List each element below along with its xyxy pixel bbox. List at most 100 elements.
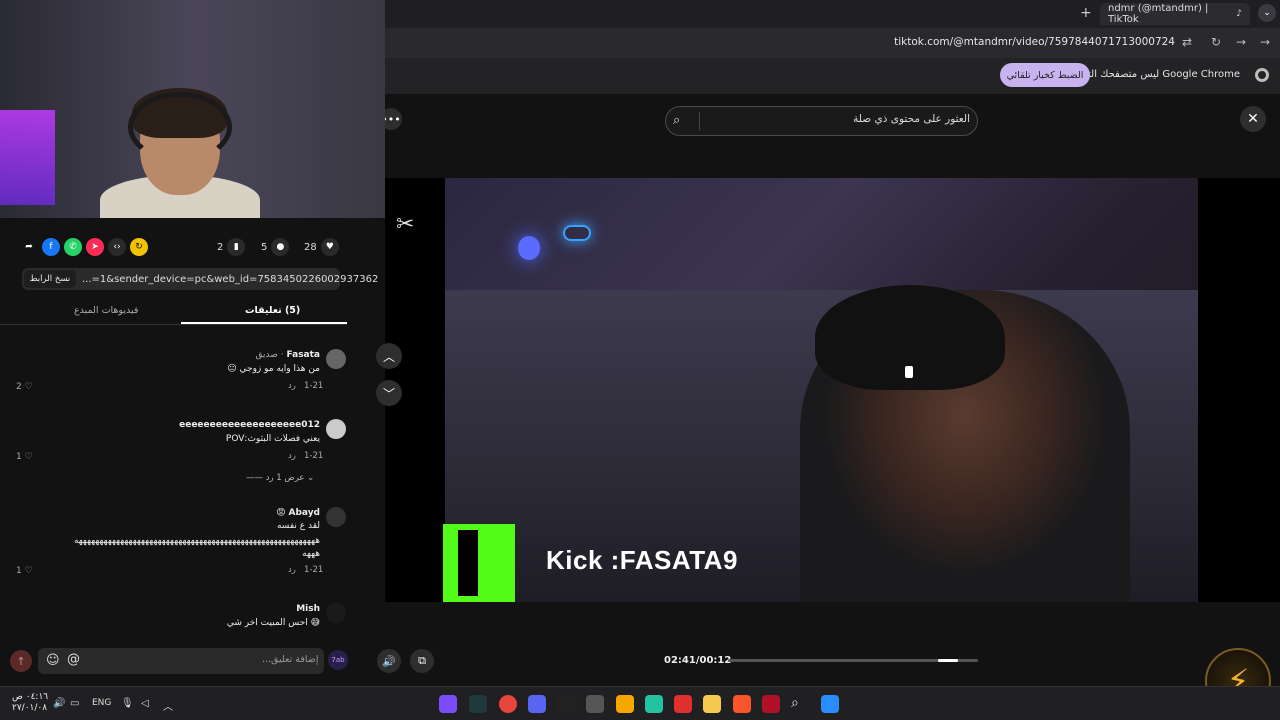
video-progress-fill xyxy=(938,659,958,662)
tab-creator-videos[interactable]: فيديوهات المبدع xyxy=(74,305,138,316)
tab-tiktok[interactable]: ndmr (@mtandmr) | TikTok ♪ xyxy=(1100,3,1250,25)
next-video-button[interactable]: ﹀ xyxy=(376,380,402,406)
user-avatar[interactable]: 7ab xyxy=(328,650,348,670)
comment-like[interactable]: 1 ♡ xyxy=(16,452,33,462)
close-video-button[interactable]: ✕ xyxy=(1240,106,1266,132)
avatar[interactable] xyxy=(326,349,346,369)
webcam-pc-lights xyxy=(0,110,55,205)
app-icon-dark[interactable] xyxy=(557,695,575,713)
folder-icon[interactable] xyxy=(703,695,721,713)
forward-icon[interactable]: → xyxy=(1236,35,1246,49)
search-taskbar-icon[interactable]: ⌕ xyxy=(791,695,809,713)
comment-text: من هذا وايه مو زوجي 😐 xyxy=(227,364,320,374)
tiktok-icon: ♪ xyxy=(1236,9,1242,19)
kick-logo-icon xyxy=(443,524,515,602)
avatar[interactable] xyxy=(326,507,346,527)
app-icon-purple[interactable] xyxy=(439,695,457,713)
tray-overflow-icon[interactable]: ︿ xyxy=(163,698,173,713)
angry-badge: 😡 xyxy=(276,508,286,518)
comment-author[interactable]: Abayd xyxy=(288,508,320,518)
comment-like-count: 1 xyxy=(16,452,22,462)
share-arrow-icon[interactable]: ➦ xyxy=(20,238,38,256)
copy-link-button[interactable]: نسخ الرابط xyxy=(24,270,76,288)
speaker-icon[interactable]: 🔊 xyxy=(53,698,65,709)
comment-reply[interactable]: رد xyxy=(288,565,296,575)
save-action[interactable]: 2 ▮ xyxy=(217,238,246,256)
comment-author[interactable]: eeeeeeeeeeeeeeeeeeee012 xyxy=(120,420,320,430)
comment-date: 1-21 xyxy=(304,565,324,575)
bookmark-icon: ▮ xyxy=(227,238,246,256)
view-replies-label: عرض 1 رد xyxy=(265,473,305,483)
facebook-icon[interactable]: f xyxy=(42,238,60,256)
repost-icon[interactable]: ↻ xyxy=(130,238,148,256)
taskbar-clock[interactable]: ٠٤:١٦ ص ٢٧/٠١/٠٨ xyxy=(12,692,48,714)
previous-video-button[interactable]: ︿ xyxy=(376,343,402,369)
emoji-icon[interactable]: ☺ xyxy=(46,653,60,668)
network-icon[interactable]: ▭ xyxy=(70,698,79,709)
windows-start-icon[interactable] xyxy=(821,695,839,713)
neon-cloud-light xyxy=(563,225,591,241)
tab-active-indicator xyxy=(181,322,347,324)
reload-icon[interactable]: ↻ xyxy=(1211,35,1221,49)
tune-icon[interactable]: ⇄ xyxy=(1182,35,1192,49)
send-to-friend-icon[interactable]: ➤ xyxy=(86,238,104,256)
embed-icon[interactable]: ‹› xyxy=(108,238,126,256)
avatar[interactable] xyxy=(326,419,346,439)
app-icon-a[interactable] xyxy=(762,695,780,713)
comment-date: 1-21 xyxy=(304,451,324,461)
url-text[interactable]: tiktok.com/@mtandmr/video/75978440717130… xyxy=(894,36,1175,48)
send-comment-button[interactable]: ↑ xyxy=(10,650,32,672)
comment-reply[interactable]: رد xyxy=(288,451,296,461)
comment-like[interactable]: 2 ♡ xyxy=(16,382,33,392)
comment-icon: ● xyxy=(271,238,290,256)
tab-title: ndmr (@mtandmr) | TikTok xyxy=(1108,3,1209,25)
app-icon-teal[interactable] xyxy=(645,695,663,713)
comment-text-line2: هههههههههههههههههههههههههههههههههههههههه… xyxy=(73,536,320,546)
app-icon-terminal[interactable] xyxy=(469,695,487,713)
language-indicator[interactable]: ENG xyxy=(92,698,111,708)
back-icon[interactable]: → xyxy=(1260,35,1270,49)
comment-like-count: 1 xyxy=(16,566,22,576)
discord-icon[interactable] xyxy=(528,695,546,713)
comment-action[interactable]: 5 ● xyxy=(261,238,290,256)
chrome-icon xyxy=(1255,68,1269,82)
view-replies-button[interactable]: ⌄ عرض 1 رد —— xyxy=(246,473,314,483)
comment-header: Abayd 😡 xyxy=(120,508,320,518)
search-icon[interactable]: ⌕ xyxy=(673,113,680,128)
set-default-button[interactable]: الضبط كخيار تلقائي xyxy=(1000,63,1090,87)
mention-icon[interactable]: @ xyxy=(67,652,80,667)
app-icon-notes[interactable] xyxy=(586,695,604,713)
tab-comments[interactable]: (5) تعليقات xyxy=(245,305,300,316)
volume-icon[interactable]: 🔊 xyxy=(377,649,401,673)
comment-author[interactable]: Mish xyxy=(120,604,320,614)
app-icon-red[interactable] xyxy=(674,695,692,713)
brave-icon[interactable] xyxy=(733,695,751,713)
new-tab-button[interactable]: + xyxy=(1080,5,1092,21)
like-action[interactable]: 28 ♥ xyxy=(304,238,339,256)
comment-header: Fasata · صديق xyxy=(160,350,320,360)
volume-tray-icon[interactable]: ◁ xyxy=(141,698,149,709)
avatar[interactable] xyxy=(326,603,346,623)
heart-icon: ♥ xyxy=(320,238,339,256)
picture-in-picture-icon[interactable]: ⧉ xyxy=(410,649,434,673)
search-placeholder: العثور على محتوى ذي صلة xyxy=(853,113,970,125)
like-count: 28 xyxy=(304,241,317,253)
app-icon-yellow[interactable] xyxy=(616,695,634,713)
mic-icon[interactable]: 🎙 xyxy=(121,698,134,709)
comment-author[interactable]: Fasata xyxy=(287,350,321,360)
windows-taskbar xyxy=(0,686,1280,720)
share-link-text[interactable]: ...=1&sender_device=pc&web_id=7583450226… xyxy=(82,274,378,285)
comment-count: 5 xyxy=(261,241,268,253)
whatsapp-icon[interactable]: ✆ xyxy=(64,238,82,256)
comment-like[interactable]: 1 ♡ xyxy=(16,566,33,576)
comment-text: لقد ع نفسه xyxy=(276,521,320,531)
tab-search-menu[interactable]: ⌄ xyxy=(1258,4,1276,22)
mouse-cursor xyxy=(905,366,913,378)
comment-text: 😅 احس المبيت اخر شي xyxy=(226,618,320,628)
comment-text: يعني فصلات البثوث:POV xyxy=(225,434,320,444)
chrome-taskbar-icon[interactable] xyxy=(499,695,517,713)
capcut-icon: ✂ xyxy=(396,212,415,237)
comment-reply[interactable]: رد xyxy=(288,381,296,391)
save-count: 2 xyxy=(217,241,224,253)
search-divider xyxy=(699,112,700,130)
